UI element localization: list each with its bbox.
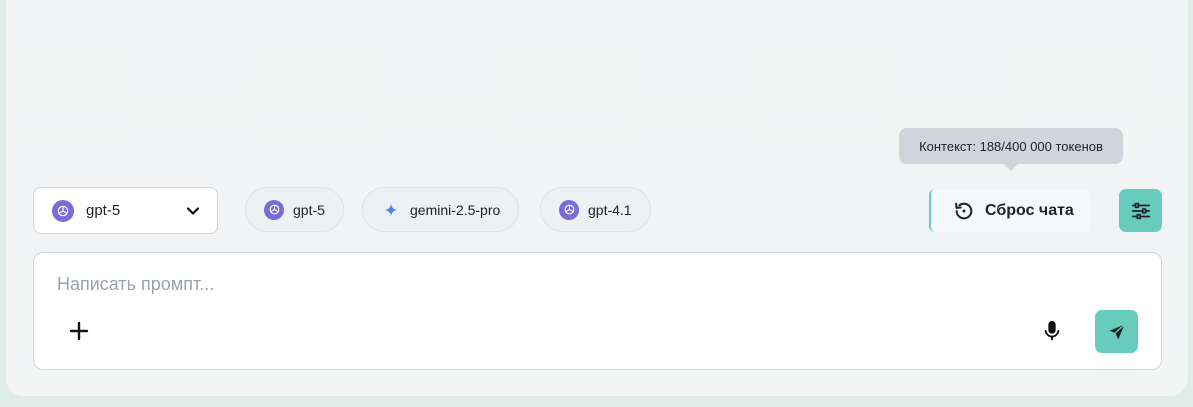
reset-chat-button[interactable]: Сброс чата xyxy=(929,189,1090,232)
send-icon xyxy=(1109,323,1125,339)
prompt-input[interactable] xyxy=(57,271,957,297)
model-chip-gpt-4-1[interactable]: gpt-4.1 xyxy=(540,187,651,232)
plus-icon xyxy=(69,321,89,341)
model-chip-gemini-2-5-pro[interactable]: gemini-2.5-pro xyxy=(362,187,520,232)
chevron-down-icon xyxy=(186,206,200,215)
send-button[interactable] xyxy=(1095,310,1138,353)
openai-icon xyxy=(52,199,74,222)
context-tooltip-text: Контекст: 188/400 000 токенов xyxy=(919,138,1103,154)
openai-icon xyxy=(559,199,579,220)
model-chip-label: gemini-2.5-pro xyxy=(410,201,501,218)
model-select[interactable]: gpt-5 xyxy=(33,187,218,234)
model-chip-gpt-5[interactable]: gpt-5 xyxy=(245,187,344,232)
gemini-sparkle-icon xyxy=(381,200,401,220)
attach-button[interactable] xyxy=(67,319,91,343)
microphone-icon xyxy=(1044,320,1060,341)
model-chip-label: gpt-5 xyxy=(293,201,325,218)
reset-chat-label: Сброс чата xyxy=(985,201,1074,219)
sliders-icon xyxy=(1131,202,1150,219)
openai-icon xyxy=(264,199,284,220)
settings-button[interactable] xyxy=(1119,189,1162,232)
history-reset-icon xyxy=(955,202,973,219)
model-chip-label: gpt-4.1 xyxy=(588,201,632,218)
context-tooltip: Контекст: 188/400 000 токенов xyxy=(899,128,1123,171)
microphone-button[interactable] xyxy=(1041,319,1063,343)
model-select-value: gpt-5 xyxy=(86,202,121,219)
prompt-composer xyxy=(33,252,1162,370)
